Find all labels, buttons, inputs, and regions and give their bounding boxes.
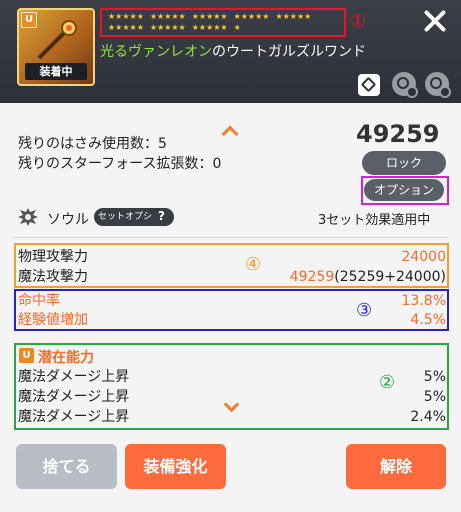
discard-button[interactable]: 捨てる bbox=[16, 444, 117, 489]
magic-attack-total: 49259 bbox=[289, 269, 335, 285]
starforce-expansion-count: 残りのスターフォース拡張数：0 bbox=[18, 156, 222, 172]
chevron-up-icon[interactable] bbox=[221, 125, 239, 143]
scissors-count: 残りのはさみ使用数：5 bbox=[18, 136, 167, 152]
star-group: ★★★★★ bbox=[275, 12, 312, 21]
potential-line-label: 魔法ダメージ上昇 bbox=[18, 409, 130, 425]
scale-disabled-icon[interactable] bbox=[392, 72, 418, 98]
potential-line-value: 2.4% bbox=[410, 409, 446, 425]
magic-attack-label: 魔法攻撃力 bbox=[18, 269, 88, 285]
wand-icon bbox=[37, 20, 77, 60]
physical-attack-row: 物理攻撃力 24000 bbox=[18, 248, 446, 266]
soul-icon bbox=[18, 208, 38, 226]
accuracy-value: 13.8% bbox=[401, 293, 446, 309]
exp-boost-label: 経験値増加 bbox=[18, 312, 88, 328]
item-name: 光るヴァンレオンのウートガルズルワンド bbox=[100, 41, 366, 61]
accuracy-label: 命中率 bbox=[18, 293, 60, 309]
potential-unique-badge: U bbox=[19, 348, 34, 363]
potential-line-value: 5% bbox=[423, 369, 446, 385]
physical-attack-label: 物理攻撃力 bbox=[18, 249, 88, 265]
star-group: ★★★★★ bbox=[149, 12, 186, 21]
wand-item-icon: U 装着中 bbox=[17, 8, 95, 86]
annotation-marker-2: ② bbox=[379, 372, 396, 393]
star-group: ★ bbox=[233, 23, 241, 32]
exp-boost-value: 4.5% bbox=[410, 312, 446, 328]
help-icon[interactable]: ? bbox=[153, 208, 170, 225]
set-effect-status: 3セット効果適用中 bbox=[318, 213, 431, 228]
item-name-prefix: 光るヴァンレオン bbox=[100, 44, 212, 60]
magic-attack-value: 49259(25259+24000) bbox=[290, 268, 446, 286]
potential-line-label: 魔法ダメージ上昇 bbox=[18, 369, 130, 385]
annotation-marker-1: ① bbox=[350, 11, 367, 32]
star-group: ★★★★★ bbox=[108, 12, 144, 21]
magic-attack-breakdown: (25259+24000) bbox=[334, 269, 446, 285]
annotation-marker-3: ③ bbox=[356, 300, 373, 321]
potential-title: 潜在能力 bbox=[38, 350, 94, 366]
potential-line-value: 5% bbox=[423, 389, 446, 405]
starforce-row-2: ★★★★★ ★★★★★ ★★★★★ ★ bbox=[108, 23, 247, 32]
close-button[interactable] bbox=[422, 8, 448, 34]
star-group: ★★★★★ bbox=[191, 23, 228, 32]
lock-button[interactable]: ロック bbox=[362, 151, 446, 175]
annotation-marker-4: ④ bbox=[245, 254, 262, 275]
star-group: ★★★★★ bbox=[233, 12, 270, 21]
enhance-button[interactable]: 装備強化 bbox=[125, 444, 226, 489]
option-button[interactable]: オプション bbox=[364, 179, 444, 201]
star-group: ★★★★★ bbox=[191, 12, 228, 21]
starforce-row-1: ★★★★★ ★★★★★ ★★★★★ ★★★★★ ★★★★★ bbox=[108, 12, 317, 21]
star-group: ★★★★★ bbox=[149, 23, 186, 32]
potential-line-label: 魔法ダメージ上昇 bbox=[18, 389, 130, 405]
exp-boost-row: 経験値増加 4.5% bbox=[18, 311, 446, 329]
cycle-disabled-icon[interactable] bbox=[425, 72, 451, 98]
magic-attack-row: 魔法攻撃力 49259(25259+24000) bbox=[18, 268, 446, 286]
share-icon[interactable] bbox=[358, 74, 380, 96]
starforce-highlight-box: ★★★★★ ★★★★★ ★★★★★ ★★★★★ ★★★★★ ★★★★★ ★★★★★ ★★★★… bbox=[100, 8, 346, 37]
item-name-suffix: のウートガルズルワンド bbox=[212, 44, 366, 60]
unequip-button[interactable]: 解除 bbox=[346, 444, 446, 489]
soul-label: ソウル bbox=[47, 212, 89, 228]
star-group: ★★★★★ bbox=[108, 23, 144, 32]
accuracy-row: 命中率 13.8% bbox=[18, 292, 446, 310]
equipped-label: 装着中 bbox=[25, 63, 87, 80]
upgrade-info: 残りのはさみ使用数：5 残りのスターフォース拡張数：0 bbox=[18, 134, 221, 174]
combat-power-value: 49259 bbox=[356, 120, 440, 148]
divider bbox=[14, 237, 448, 238]
physical-attack-value: 24000 bbox=[401, 249, 446, 265]
